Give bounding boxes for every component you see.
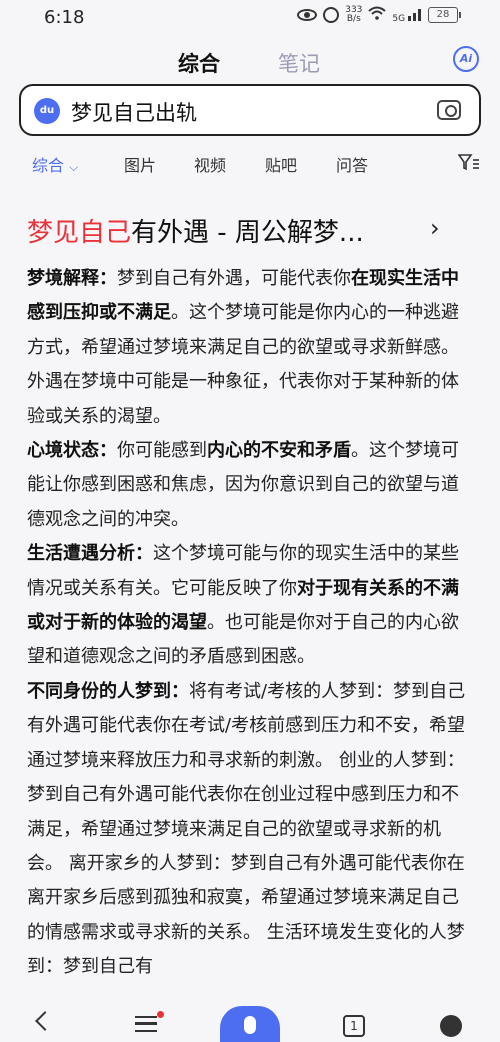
paragraph-life-analysis: 生活遭遇分析：这个梦境可能与你的现实生活中的某些情况或关系有关。它可能反映了你对… [27, 537, 475, 675]
filter-icon[interactable] [457, 153, 480, 171]
top-tabs: 综合 笔记 [0, 44, 500, 78]
filter-tabs: 综合 ⌵ 图片 视频 贴吧 问答 [0, 150, 500, 178]
eye-comfort-icon [297, 9, 318, 21]
battery-indicator: 28 [428, 7, 461, 23]
paragraph-text: 将有考试/考核的人梦到：梦到自己有外遇可能代表你在考试/考核前感到压力和不安，希… [27, 680, 466, 978]
voice-search-button[interactable] [220, 1006, 280, 1042]
network-speed: 333 B/s [345, 5, 363, 24]
status-bar: 6:18 333 B/s 5G 28 [0, 0, 500, 34]
paragraph-different-identities: 不同身份的人梦到：将有考试/考核的人梦到：梦到自己有外遇可能代表你在考试/考核前… [27, 675, 475, 985]
paragraph-mood-state: 心境状态：你可能感到内心的不安和矛盾。这个梦境可能让你感到困惑和焦虑，因为你意识… [27, 434, 475, 537]
filter-tab-comprehensive[interactable]: 综合 ⌵ [32, 152, 78, 176]
baidu-paw-nav-icon[interactable] [440, 1015, 462, 1037]
menu-icon[interactable] [135, 1016, 157, 1032]
camera-icon[interactable] [437, 100, 461, 120]
back-arrow-icon[interactable] [35, 1011, 55, 1031]
notification-dot [157, 1011, 164, 1018]
wifi-icon [368, 6, 387, 24]
microphone-icon [244, 1016, 256, 1034]
paragraph-emphasis: 内心的不安和矛盾 [207, 440, 351, 462]
status-time: 6:18 [44, 7, 85, 28]
result-title-rest: 有外遇 - 周公解梦... [131, 218, 364, 248]
paragraph-text: 梦到自己有外遇，可能代表你 [117, 268, 351, 289]
result-title-highlight: 梦见自己 [27, 218, 132, 248]
bottom-nav: 1 [0, 1004, 500, 1042]
signal-icon: 5G [392, 7, 422, 24]
paragraph-dream-explanation: 梦境解释：梦到自己有外遇，可能代表你在现实生活中感到压抑或不满足。这个梦境可能是… [27, 262, 475, 434]
chevron-right-icon[interactable]: › [430, 214, 440, 242]
search-input[interactable]: 梦见自己出轨 [71, 97, 197, 127]
filter-tab-videos[interactable]: 视频 [194, 152, 226, 176]
paragraph-label: 生活遭遇分析： [27, 543, 153, 565]
filter-tab-tieba[interactable]: 贴吧 [265, 152, 297, 176]
paragraph-label: 心境状态： [27, 440, 117, 462]
chevron-down-icon: ⌵ [69, 160, 79, 174]
filter-tab-qa[interactable]: 问答 [336, 152, 368, 176]
result-title[interactable]: 梦见自己有外遇 - 周公解梦... [27, 212, 447, 249]
ai-assistant-button[interactable]: Ai [453, 46, 479, 72]
tab-comprehensive[interactable]: 综合 [178, 48, 220, 78]
paragraph-label: 梦境解释： [27, 268, 117, 289]
tabs-count-icon[interactable]: 1 [343, 1015, 365, 1037]
paragraph-text: 你可能感到 [117, 440, 207, 462]
paragraph-label: 不同身份的人梦到： [27, 680, 189, 702]
status-icons: 333 B/s 5G 28 [297, 5, 461, 24]
baidu-paw-icon: du [34, 98, 60, 124]
network-type: 5G [392, 13, 406, 24]
alarm-icon [323, 7, 340, 23]
result-content: 梦境解释：梦到自己有外遇，可能代表你在现实生活中感到压抑或不满足。这个梦境可能是… [27, 262, 475, 985]
filter-tab-images[interactable]: 图片 [124, 152, 156, 176]
tab-notes[interactable]: 笔记 [278, 48, 320, 78]
search-box[interactable]: du 梦见自己出轨 [19, 84, 481, 136]
